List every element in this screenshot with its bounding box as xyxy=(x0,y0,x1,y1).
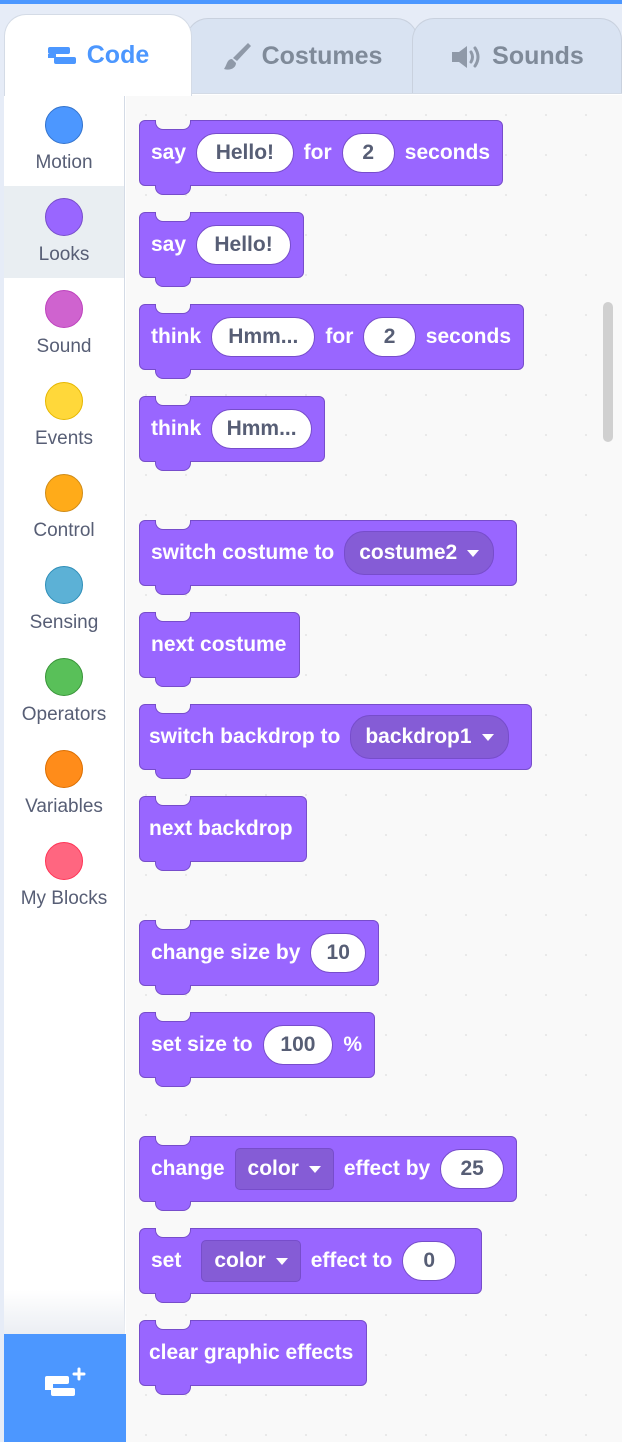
palette-scrollbar[interactable] xyxy=(603,302,613,442)
category-dot-icon xyxy=(45,382,83,420)
block-text: next backdrop xyxy=(149,817,293,840)
message-input[interactable]: Hmm... xyxy=(211,317,316,357)
effect-dropdown[interactable]: color xyxy=(234,1148,334,1190)
block-text: set size to xyxy=(151,1033,253,1056)
backdrop-dropdown[interactable]: backdrop1 xyxy=(350,715,509,759)
tab-code-label: Code xyxy=(86,41,150,69)
dropdown-arrow-icon xyxy=(275,1257,288,1265)
say-for-seconds-block[interactable]: say Hello! for 2 seconds xyxy=(139,120,503,195)
category-my-blocks[interactable]: My Blocks xyxy=(4,830,124,922)
brush-icon xyxy=(222,41,252,73)
block-text: for xyxy=(303,141,332,164)
add-extension-button[interactable] xyxy=(4,1334,126,1442)
category-looks[interactable]: Looks xyxy=(4,186,124,278)
category-menu: Motion Looks Sound Events Control Sensin… xyxy=(4,94,125,1442)
category-events[interactable]: Events xyxy=(4,370,124,462)
dropdown-value: color xyxy=(247,1157,299,1180)
category-operators[interactable]: Operators xyxy=(4,646,124,738)
message-input[interactable]: Hello! xyxy=(196,133,294,173)
code-icon xyxy=(47,45,77,67)
category-variables[interactable]: Variables xyxy=(4,738,124,830)
speaker-icon xyxy=(450,44,482,70)
say-block[interactable]: say Hello! xyxy=(139,212,304,287)
category-label: Operators xyxy=(21,704,107,725)
category-sound[interactable]: Sound xyxy=(4,278,124,370)
category-dot-icon xyxy=(45,474,83,512)
next-costume-block[interactable]: next costume xyxy=(139,612,300,687)
category-dot-icon xyxy=(45,106,83,144)
category-label: Looks xyxy=(38,244,90,265)
costume-dropdown[interactable]: costume2 xyxy=(344,531,495,575)
change-size-block[interactable]: change size by 10 xyxy=(139,920,379,995)
think-block[interactable]: think Hmm... xyxy=(139,396,325,471)
change-effect-block[interactable]: change color effect by 25 xyxy=(139,1136,517,1211)
category-menu-fade xyxy=(4,1290,125,1334)
category-motion[interactable]: Motion xyxy=(4,94,124,186)
block-text: clear graphic effects xyxy=(149,1341,354,1364)
top-accent-bar xyxy=(0,0,622,4)
category-label: Control xyxy=(33,520,95,541)
clear-graphic-effects-block[interactable]: clear graphic effects xyxy=(139,1320,367,1395)
think-for-seconds-block[interactable]: think Hmm... for 2 seconds xyxy=(139,304,524,379)
category-label: Variables xyxy=(25,796,103,817)
block-text: switch costume to xyxy=(151,541,335,564)
size-input[interactable]: 100 xyxy=(262,1025,334,1065)
category-dot-icon xyxy=(45,198,83,236)
block-text: say xyxy=(151,141,187,164)
effect-amount-input[interactable]: 25 xyxy=(440,1149,504,1189)
block-text: change size by xyxy=(151,941,301,964)
size-change-input[interactable]: 10 xyxy=(310,933,366,973)
tab-costumes[interactable]: Costumes xyxy=(186,18,418,94)
category-label: Sensing xyxy=(29,612,99,633)
block-text: think xyxy=(151,325,202,348)
tab-sounds-label: Sounds xyxy=(492,42,584,70)
effect-value-input[interactable]: 0 xyxy=(402,1241,457,1281)
next-backdrop-block[interactable]: next backdrop xyxy=(139,796,307,871)
set-effect-block[interactable]: set color effect to 0 xyxy=(139,1228,482,1303)
category-dot-icon xyxy=(45,842,83,880)
block-text: seconds xyxy=(404,141,490,164)
category-sensing[interactable]: Sensing xyxy=(4,554,124,646)
switch-backdrop-block[interactable]: switch backdrop to backdrop1 xyxy=(139,704,532,779)
set-size-block[interactable]: set size to 100 % xyxy=(139,1012,375,1087)
tab-costumes-label: Costumes xyxy=(261,42,383,70)
dropdown-value: costume2 xyxy=(359,541,458,564)
seconds-input[interactable]: 2 xyxy=(363,317,416,357)
block-text: effect by xyxy=(343,1157,431,1180)
add-extension-icon xyxy=(43,1367,87,1410)
dropdown-arrow-icon xyxy=(467,549,480,557)
block-text: change xyxy=(151,1157,225,1180)
effect-dropdown[interactable]: color xyxy=(201,1240,301,1282)
dropdown-value: backdrop1 xyxy=(365,725,472,748)
dropdown-arrow-icon xyxy=(481,733,494,741)
seconds-input[interactable]: 2 xyxy=(341,133,395,173)
dropdown-arrow-icon xyxy=(308,1165,321,1173)
category-dot-icon xyxy=(45,658,83,696)
switch-costume-block[interactable]: switch costume to costume2 xyxy=(139,520,517,595)
block-text: seconds xyxy=(425,325,511,348)
block-text: think xyxy=(151,417,202,440)
category-label: My Blocks xyxy=(20,888,108,909)
category-dot-icon xyxy=(45,566,83,604)
category-label: Events xyxy=(34,428,94,449)
block-text: % xyxy=(343,1033,362,1056)
block-text: for xyxy=(325,325,354,348)
category-control[interactable]: Control xyxy=(4,462,124,554)
message-input[interactable]: Hello! xyxy=(196,225,291,265)
tab-code[interactable]: Code xyxy=(4,14,192,96)
block-text: effect to xyxy=(310,1249,393,1272)
category-dot-icon xyxy=(45,750,83,788)
block-text: set xyxy=(151,1249,182,1272)
message-input[interactable]: Hmm... xyxy=(211,409,312,449)
tab-sounds[interactable]: Sounds xyxy=(412,18,622,94)
category-label: Sound xyxy=(36,336,92,357)
dropdown-value: color xyxy=(214,1249,266,1272)
category-dot-icon xyxy=(45,290,83,328)
block-text: say xyxy=(151,233,187,256)
block-text: switch backdrop to xyxy=(149,725,341,748)
block-text: next costume xyxy=(151,633,287,656)
category-label: Motion xyxy=(35,152,93,173)
